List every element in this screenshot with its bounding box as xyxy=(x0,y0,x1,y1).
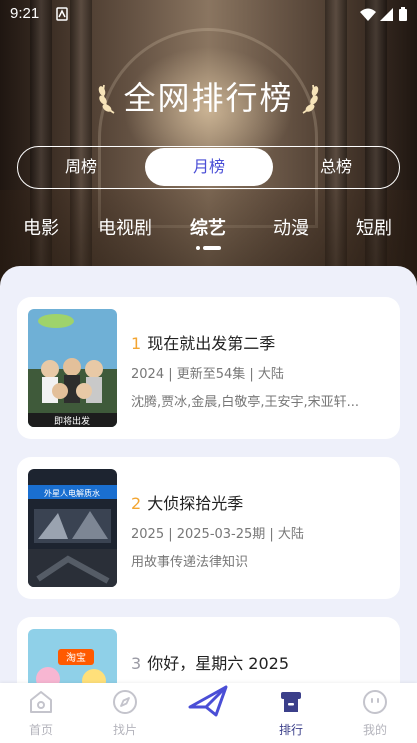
status-time: 9:21 xyxy=(10,5,40,22)
status-bar: 9:21 xyxy=(0,0,417,28)
ranking-item[interactable]: 外星人电解质水 2 大侦探拾光季 2025 | 2025-03-25期 | 大陆 … xyxy=(17,457,400,599)
item-title: 2 大侦探拾光季 xyxy=(131,494,244,513)
poster-image: 外星人电解质水 xyxy=(28,469,117,587)
tab-weekly[interactable]: 周榜 xyxy=(18,147,144,187)
ranking-icon xyxy=(281,692,301,712)
page-header: 全网排行榜 xyxy=(0,78,417,122)
category-short-drama[interactable]: 短剧 xyxy=(356,214,392,244)
rank-number: 3 xyxy=(131,654,142,673)
ranking-list: 即将出发 1 现在就出发第二季 2024 | 更新至54集 | 大陆 沈腾,贾冰,… xyxy=(0,266,417,743)
profile-icon xyxy=(363,690,387,714)
item-title: 3 你好，星期六 2025 xyxy=(131,654,289,673)
poster-image: 即将出发 xyxy=(28,309,117,427)
tab-discover[interactable]: 找片 xyxy=(90,683,160,743)
battery-icon xyxy=(399,7,407,25)
paper-plane-icon[interactable] xyxy=(168,673,248,723)
poster-text: 外星人电解质水 xyxy=(44,488,100,498)
wifi-icon xyxy=(360,7,376,25)
page-title: 全网排行榜 xyxy=(123,79,294,117)
item-description: 用故事传递法律知识 xyxy=(131,555,249,570)
tab-ranking[interactable]: 排行 xyxy=(256,683,326,743)
period-selector: 周榜 月榜 总榜 xyxy=(17,146,400,189)
tab-label: 找片 xyxy=(112,723,137,737)
rank-number: 2 xyxy=(131,494,142,513)
notification-icon xyxy=(56,7,68,25)
tab-profile[interactable]: 我的 xyxy=(340,683,410,743)
item-title: 1 现在就出发第二季 xyxy=(131,334,276,353)
tab-label: 首页 xyxy=(28,723,53,737)
item-meta: 2025 | 2025-03-25期 | 大陆 xyxy=(131,527,304,542)
signal-icon xyxy=(380,7,393,25)
category-variety[interactable]: 综艺 xyxy=(190,214,226,244)
tab-all-time[interactable]: 总榜 xyxy=(273,147,399,187)
poster-text: 即将出发 xyxy=(54,415,90,427)
poster-text: 淘宝 xyxy=(66,651,86,664)
category-tv-series[interactable]: 电视剧 xyxy=(98,214,152,244)
compass-icon xyxy=(113,690,137,714)
category-anime[interactable]: 动漫 xyxy=(273,214,309,244)
item-cast: 沈腾,贾冰,金晨,白敬亭,王安宇,宋亚轩... xyxy=(131,395,360,410)
home-icon xyxy=(30,691,52,713)
category-tabs: 电影 电视剧 综艺 动漫 短剧 xyxy=(0,214,417,254)
tab-home[interactable]: 首页 xyxy=(6,683,76,743)
laurel-left-icon xyxy=(99,84,115,114)
active-category-indicator xyxy=(196,246,222,250)
rank-number: 1 xyxy=(131,334,142,353)
ranking-item[interactable]: 即将出发 1 现在就出发第二季 2024 | 更新至54集 | 大陆 沈腾,贾冰,… xyxy=(17,297,400,439)
item-meta: 2024 | 更新至54集 | 大陆 xyxy=(131,367,284,382)
tab-monthly[interactable]: 月榜 xyxy=(145,148,273,186)
laurel-right-icon xyxy=(302,84,318,114)
tab-label: 我的 xyxy=(362,723,387,737)
category-movie[interactable]: 电影 xyxy=(23,214,59,244)
tab-label: 排行 xyxy=(278,723,303,737)
